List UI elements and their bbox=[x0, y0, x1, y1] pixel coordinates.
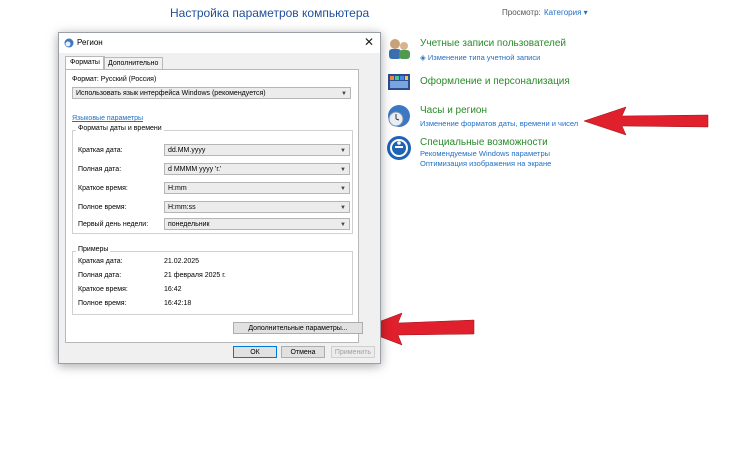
clock-globe-icon bbox=[388, 105, 410, 127]
language-settings-link[interactable]: Языковые параметры bbox=[72, 115, 143, 122]
format-label: Формат: Русский (Россия) bbox=[72, 76, 157, 83]
category-link[interactable]: Изменение форматов даты, времени и чисел bbox=[420, 119, 578, 128]
region-icon bbox=[64, 38, 74, 48]
group-label: Форматы даты и времени bbox=[76, 125, 164, 132]
category-link[interactable]: Оптимизация изображения на экране bbox=[420, 159, 551, 168]
view-by-label: Просмотр: bbox=[502, 8, 541, 17]
appearance-icon bbox=[388, 74, 410, 90]
field-label: Краткое время: bbox=[78, 185, 128, 192]
advanced-settings-button[interactable]: Дополнительные параметры... bbox=[233, 322, 363, 334]
format-value: Использовать язык интерфейса Windows (ре… bbox=[76, 90, 266, 97]
chevron-down-icon: ▼ bbox=[340, 167, 346, 173]
cancel-button[interactable]: Отмена bbox=[281, 346, 325, 358]
example-label: Краткое время: bbox=[78, 286, 128, 293]
long-date-dropdown[interactable]: d MMMM yyyy 'г.' ▼ bbox=[164, 163, 350, 175]
dialog-title: Регион bbox=[77, 38, 103, 47]
dialog-title-bar[interactable]: Регион ✕ bbox=[59, 33, 380, 53]
short-time-dropdown[interactable]: H:mm ▼ bbox=[164, 182, 350, 194]
category-title[interactable]: Часы и регион bbox=[420, 105, 487, 116]
example-value: 21.02.2025 bbox=[164, 258, 200, 265]
apply-button[interactable]: Применить bbox=[331, 346, 375, 358]
field-label: Полное время: bbox=[78, 204, 127, 211]
field-label: Краткая дата: bbox=[78, 147, 123, 154]
tab-formats[interactable]: Форматы bbox=[65, 56, 105, 70]
close-icon[interactable]: ✕ bbox=[364, 35, 374, 49]
tab-advanced[interactable]: Дополнительно bbox=[103, 57, 164, 69]
category-title[interactable]: Специальные возможности bbox=[420, 137, 548, 148]
shield-icon: ◈ bbox=[420, 53, 426, 62]
field-label: Полная дата: bbox=[78, 166, 122, 173]
format-dropdown[interactable]: Использовать язык интерфейса Windows (ре… bbox=[72, 87, 351, 99]
accessibility-icon bbox=[387, 136, 411, 160]
field-value: d MMMM yyyy 'г.' bbox=[168, 166, 222, 173]
category-link[interactable]: ◈ Изменение типа учетной записи bbox=[420, 53, 540, 62]
example-value: 21 февраля 2025 г. bbox=[164, 272, 226, 279]
category-link[interactable]: Рекомендуемые Windows параметры bbox=[420, 149, 550, 158]
view-by-value: Категория bbox=[544, 8, 582, 17]
region-dialog: Регион ✕ Форматы Дополнительно Формат: Р… bbox=[58, 32, 381, 364]
example-value: 16:42:18 bbox=[164, 300, 192, 307]
chevron-down-icon: ▼ bbox=[340, 148, 346, 154]
field-value: понедельник bbox=[168, 221, 210, 228]
field-value: H:mm bbox=[168, 185, 187, 192]
link-label: Изменение типа учетной записи bbox=[427, 53, 541, 62]
example-value: 16:42 bbox=[164, 286, 182, 293]
chevron-down-icon: ▼ bbox=[341, 91, 347, 97]
category-title[interactable]: Учетные записи пользователей bbox=[420, 38, 566, 49]
chevron-down-icon: ▾ bbox=[583, 8, 588, 17]
long-time-dropdown[interactable]: H:mm:ss ▼ bbox=[164, 201, 350, 213]
field-value: H:mm:ss bbox=[168, 204, 196, 211]
view-by-dropdown[interactable]: Категория ▾ bbox=[544, 8, 588, 17]
example-label: Полное время: bbox=[78, 300, 127, 307]
category-title[interactable]: Оформление и персонализация bbox=[420, 76, 570, 87]
field-label: Первый день недели: bbox=[78, 221, 149, 228]
field-value: dd.MM.yyyy bbox=[168, 147, 206, 154]
chevron-down-icon: ▼ bbox=[340, 186, 346, 192]
ok-button[interactable]: ОК bbox=[233, 346, 277, 358]
example-label: Краткая дата: bbox=[78, 258, 123, 265]
group-label: Примеры bbox=[76, 246, 111, 253]
chevron-down-icon: ▼ bbox=[340, 222, 346, 228]
red-arrow-icon bbox=[583, 106, 709, 136]
short-date-dropdown[interactable]: dd.MM.yyyy ▼ bbox=[164, 144, 350, 156]
chevron-down-icon: ▼ bbox=[340, 205, 346, 211]
control-panel-title: Настройка параметров компьютера bbox=[170, 6, 370, 20]
example-label: Полная дата: bbox=[78, 272, 122, 279]
formats-panel: Формат: Русский (Россия) Использовать яз… bbox=[65, 69, 363, 343]
first-day-dropdown[interactable]: понедельник ▼ bbox=[164, 218, 350, 230]
users-icon bbox=[389, 39, 410, 59]
